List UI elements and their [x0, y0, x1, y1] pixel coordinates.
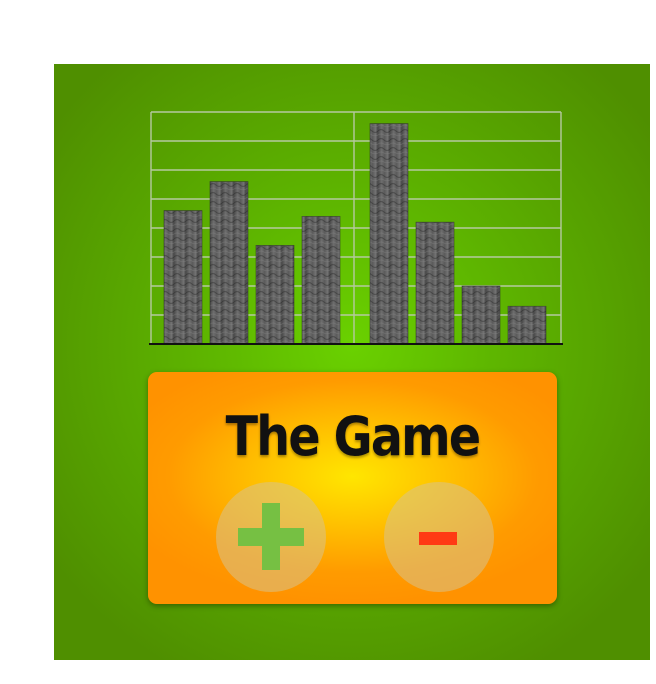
plus-button[interactable] — [216, 482, 326, 592]
game-stage: The Game — [54, 64, 650, 660]
game-card: The Game — [148, 372, 557, 604]
chart-bar — [255, 244, 295, 345]
minus-button[interactable] — [384, 482, 494, 592]
chart-bar — [209, 181, 249, 345]
chart-bar — [507, 305, 547, 345]
chart-bar — [461, 285, 501, 345]
game-title: The Game — [225, 405, 482, 468]
chart-bar — [415, 221, 455, 345]
chart-bar — [163, 210, 203, 345]
chart-bar — [369, 123, 409, 345]
bar-chart — [149, 111, 563, 345]
chart-bar — [301, 215, 341, 345]
